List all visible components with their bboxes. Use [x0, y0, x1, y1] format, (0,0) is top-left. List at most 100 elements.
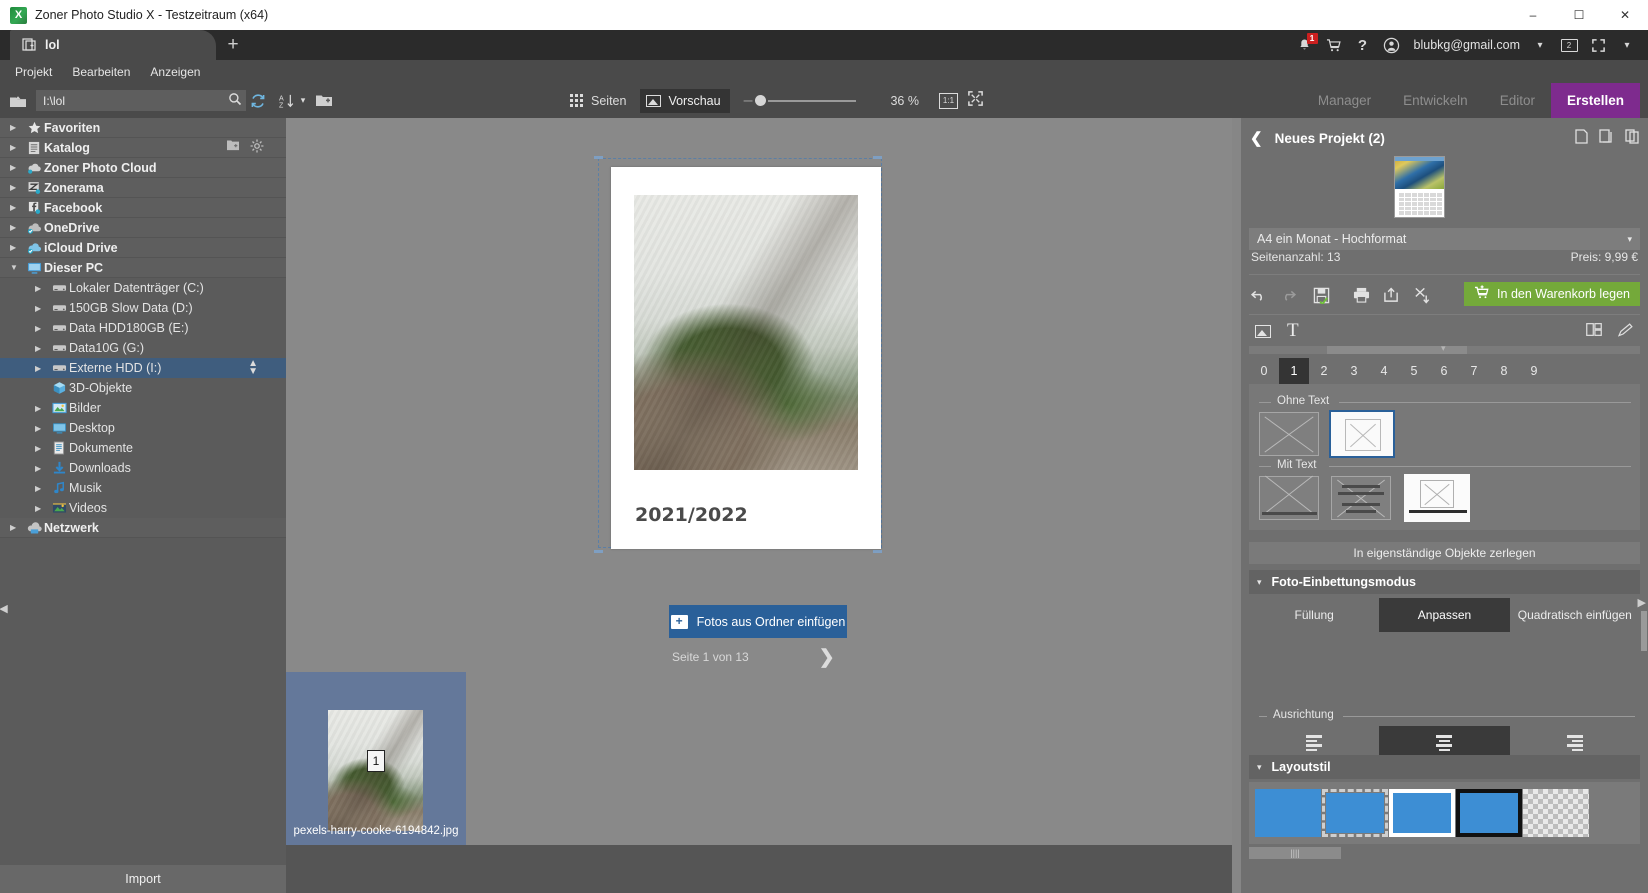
chevron-right-icon[interactable]: ▶	[10, 203, 24, 212]
mode-erstellen[interactable]: Erstellen	[1550, 83, 1640, 118]
sidebar-item-onedrive[interactable]: ▶ OneDrive	[0, 218, 286, 238]
close-button[interactable]: ✕	[1602, 0, 1648, 30]
minimize-button[interactable]: –	[1510, 0, 1556, 30]
chevron-left-icon[interactable]: ❮	[1250, 129, 1263, 147]
sidebar-item-downloads[interactable]: ▶ Downloads	[0, 458, 286, 478]
chevron-right-icon[interactable]: ▶	[35, 364, 49, 373]
layout-transparent[interactable]	[1523, 789, 1589, 837]
chevron-right-icon[interactable]: ▶	[35, 484, 49, 493]
export-pdf-icon[interactable]	[1412, 287, 1430, 308]
sidebar-item-externe-hdd-i[interactable]: ▶ Externe HDD (I:) ▲ ▼	[0, 358, 286, 378]
sidebar-item-icloud-drive[interactable]: ▶ iCloud Drive	[0, 238, 286, 258]
project-tab-lol[interactable]: lol	[10, 30, 216, 60]
resize-handle-top-left[interactable]	[594, 156, 603, 159]
chevron-right-icon[interactable]: ▶	[35, 464, 49, 473]
path-input[interactable]	[36, 93, 224, 108]
embed-mode-anpassen[interactable]: Anpassen	[1379, 598, 1510, 632]
new-tab-button[interactable]: +	[222, 34, 244, 56]
wide-frame-template[interactable]	[1259, 412, 1319, 456]
chevron-right-icon[interactable]: ▶	[35, 504, 49, 513]
chevron-right-icon[interactable]: ▶	[10, 183, 24, 192]
calendar-page-wrapper[interactable]: 2021/2022	[594, 156, 895, 563]
duplicate-page-icon[interactable]	[1599, 129, 1614, 147]
mode-manager[interactable]: Manager	[1302, 83, 1387, 118]
menu-item-projekt[interactable]: Projekt	[6, 62, 61, 82]
sidebar-item-musik[interactable]: ▶ Musik	[0, 478, 286, 498]
question-mark-icon[interactable]: ?	[1350, 30, 1376, 60]
share-icon[interactable]	[1382, 287, 1400, 307]
template-scroll-thumb[interactable]	[1327, 346, 1467, 354]
image-with-caption-template[interactable]	[1259, 476, 1319, 520]
save-icon[interactable]	[1312, 287, 1330, 308]
chevron-right-icon[interactable]: ▶	[35, 344, 49, 353]
page-number-8[interactable]: 8	[1489, 358, 1519, 384]
sidebar-item-data-hdd180gb-e[interactable]: ▶ Data HDD180GB (E:)	[0, 318, 286, 338]
resize-handle-top-right[interactable]	[873, 156, 882, 159]
account-email[interactable]: blubkg@gmail.com	[1408, 38, 1524, 52]
chevron-right-icon[interactable]: ❯	[819, 646, 835, 669]
sidebar-item-3d-objekte[interactable]: 3D-Objekte	[0, 378, 286, 398]
sidebar-item-zoner-photo-cloud[interactable]: ▶ Zoner Photo Cloud	[0, 158, 286, 178]
chevron-right-icon[interactable]: ▶	[35, 284, 49, 293]
menu-item-bearbeiten[interactable]: Bearbeiten	[63, 62, 139, 82]
drive-eject-icon[interactable]: ▲ ▼	[248, 359, 258, 377]
preview-view-toggle[interactable]: Vorschau	[640, 88, 730, 113]
resize-handle-bottom-right[interactable]	[873, 550, 882, 553]
account-chevron-down-icon[interactable]: ▾	[1527, 30, 1553, 60]
folder-up-icon[interactable]	[7, 90, 29, 111]
path-input-wrapper[interactable]	[36, 90, 246, 111]
sidebar-item-desktop[interactable]: ▶ Desktop	[0, 418, 286, 438]
layouts-icon[interactable]	[1586, 322, 1602, 340]
user-avatar-icon[interactable]	[1379, 30, 1405, 60]
menu-item-anzeigen[interactable]: Anzeigen	[141, 62, 209, 82]
square-frame-template[interactable]	[1329, 410, 1395, 458]
page-number-1[interactable]: 1	[1279, 358, 1309, 384]
embed-mode-fuellung[interactable]: Füllung	[1249, 598, 1379, 632]
expand-chevron-down-icon[interactable]: ▾	[1614, 30, 1640, 60]
one-to-one-button[interactable]: 1:1	[938, 92, 958, 109]
chevron-right-icon[interactable]: ▶	[10, 123, 24, 132]
page-year-text[interactable]: 2021/2022	[635, 504, 748, 526]
search-icon[interactable]	[224, 92, 246, 109]
mode-entwickeln[interactable]: Entwickeln	[1387, 83, 1484, 118]
template-scroll-track[interactable]: ▾	[1249, 343, 1640, 354]
filmstrip-item[interactable]: 1 pexels-harry-cooke-6194842.jpg	[286, 672, 466, 845]
panel-scrollbar[interactable]	[1641, 611, 1647, 651]
chevron-right-icon[interactable]: ▶	[10, 523, 24, 532]
gear-icon[interactable]	[250, 139, 264, 156]
sort-az-icon[interactable]: AZ	[276, 90, 298, 111]
sidebar-item-favoriten[interactable]: ▶ Favoriten	[0, 118, 286, 138]
shopping-cart-icon[interactable]	[1321, 30, 1347, 60]
page-number-6[interactable]: 6	[1429, 358, 1459, 384]
redo-icon[interactable]	[1279, 288, 1297, 306]
refresh-icon[interactable]	[247, 90, 269, 111]
chevron-down-icon[interactable]: ▼	[10, 263, 24, 272]
sidebar-item-dokumente[interactable]: ▶ Dokumente	[0, 438, 286, 458]
mode-editor[interactable]: Editor	[1484, 83, 1551, 118]
sidebar-item-katalog[interactable]: ▶ Katalog	[0, 138, 286, 158]
chevron-right-icon[interactable]: ▶	[35, 404, 49, 413]
sidebar-item-bilder[interactable]: ▶ Bilder	[0, 398, 286, 418]
page-number-9[interactable]: 9	[1519, 358, 1549, 384]
calendar-page[interactable]: 2021/2022	[611, 167, 881, 549]
layout-black-border[interactable]	[1456, 789, 1522, 837]
edit-pen-icon[interactable]	[1617, 322, 1634, 340]
add-folder-icon[interactable]	[226, 139, 240, 156]
project-thumbnail[interactable]	[1394, 156, 1445, 218]
chevron-right-icon[interactable]: ▶	[35, 444, 49, 453]
decompose-objects-button[interactable]: In eigenständige Objekte zerlegen	[1249, 542, 1640, 564]
second-monitor-icon[interactable]: 2	[1556, 30, 1582, 60]
pages-view-label[interactable]: Seiten	[591, 94, 626, 108]
new-page-icon[interactable]	[1575, 129, 1588, 147]
page-number-5[interactable]: 5	[1399, 358, 1429, 384]
layout-style-section-header[interactable]: ▾ Layoutstil	[1249, 755, 1640, 779]
page-number-2[interactable]: 2	[1309, 358, 1339, 384]
text-tab-icon[interactable]: T	[1287, 320, 1299, 342]
page-photo[interactable]	[634, 195, 858, 470]
copy-page-icon[interactable]	[1625, 129, 1640, 147]
square-image-with-caption-template[interactable]	[1404, 474, 1470, 522]
add-to-cart-button[interactable]: In den Warenkorb legen	[1464, 282, 1640, 306]
layout-plain[interactable]	[1255, 789, 1321, 837]
sidebar-item-netzwerk[interactable]: ▶ Netzwerk	[0, 518, 286, 538]
image-tab-icon[interactable]	[1255, 324, 1271, 338]
